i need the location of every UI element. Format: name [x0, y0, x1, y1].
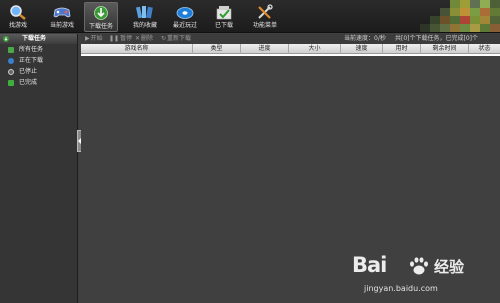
- toolbar-downloaded-button[interactable]: 已下载: [207, 2, 241, 32]
- column-header-elapsed[interactable]: 用时: [383, 44, 421, 54]
- action-bar: ▶开始 ❚❚暂停 ✕删除 ↻重新下载 当前速度：0/秒 共[0]个下载任务，已完…: [81, 34, 500, 44]
- current-speed: 当前速度：0/秒: [344, 35, 386, 42]
- toolbar-find-game-label: 找游戏: [8, 22, 27, 29]
- watermark-logo-text: Bai: [352, 253, 387, 277]
- watermark-url: jingyan.baidu.com: [364, 284, 438, 293]
- completed-icon: [8, 80, 14, 86]
- folder-check-icon: [216, 6, 232, 20]
- top-toolbar: 找游戏 当前游戏 下载任务 我的收藏 最近玩过 已下载 功能菜单: [0, 0, 500, 33]
- toolbar-current-game-button[interactable]: 当前游戏: [45, 2, 79, 32]
- start-button[interactable]: ▶开始: [85, 34, 103, 44]
- sidebar-item-label: 已完成: [19, 79, 38, 86]
- gamepad-icon: [53, 7, 71, 18]
- column-header-progress[interactable]: 进度: [241, 44, 289, 54]
- download-arrow-icon: [3, 36, 9, 42]
- baidu-jingyan-watermark: Bai 经验 jingyan.baidu.com: [352, 253, 497, 301]
- sidebar-item-label: 所有任务: [19, 46, 44, 53]
- sidebar-item-label: 正在下载: [19, 57, 44, 64]
- toolbar-function-menu-button[interactable]: 功能菜单: [248, 2, 282, 32]
- recent-disc-icon: [176, 7, 194, 19]
- tools-icon: [258, 4, 273, 19]
- download-globe-icon: [94, 6, 108, 20]
- sidebar-item-downloading[interactable]: 正在下载: [0, 55, 77, 66]
- sidebar-item-label: 已停止: [19, 68, 38, 75]
- redownload-label: 重新下载: [167, 35, 192, 42]
- table-header: 游戏名称 类型 进度 大小 速度 用时 剩余时间 状态: [81, 44, 500, 54]
- toolbar-recent-button[interactable]: 最近玩过: [168, 2, 202, 32]
- delete-label: 删除: [141, 35, 154, 42]
- redownload-button[interactable]: ↻重新下载: [161, 34, 191, 44]
- toolbar-current-game-label: 当前游戏: [49, 22, 74, 29]
- column-header-size[interactable]: 大小: [289, 44, 341, 54]
- delete-button[interactable]: ✕删除: [135, 34, 153, 44]
- toolbar-favorites-button[interactable]: 我的收藏: [128, 2, 162, 32]
- watermark-jingyan-text: 经验: [434, 258, 465, 276]
- sidebar: 下载任务 所有任务 正在下载 已停止 已完成: [0, 34, 78, 303]
- downloading-icon: [8, 58, 14, 64]
- refresh-icon: ↻: [161, 35, 167, 42]
- pause-icon: ❚❚: [109, 35, 120, 42]
- paw-icon: [410, 257, 428, 275]
- all-tasks-icon: [8, 47, 14, 53]
- toolbar-find-game-button[interactable]: 找游戏: [1, 2, 35, 32]
- toolbar-download-tasks-label: 下载任务: [88, 23, 113, 30]
- sidebar-item-stopped[interactable]: 已停止: [0, 66, 77, 77]
- sidebar-header: 下载任务: [0, 34, 77, 44]
- toolbar-recent-label: 最近玩过: [172, 22, 197, 29]
- toolbar-downloaded-label: 已下载: [214, 22, 233, 29]
- bookshelf-icon: [136, 6, 153, 19]
- start-label: 开始: [90, 35, 103, 42]
- column-header-remaining[interactable]: 剩余时间: [421, 44, 469, 54]
- stopped-icon: [8, 69, 14, 75]
- toolbar-download-tasks-button[interactable]: 下载任务: [84, 2, 118, 32]
- toolbar-function-menu-label: 功能菜单: [252, 22, 277, 29]
- column-header-speed[interactable]: 速度: [341, 44, 383, 54]
- column-header-status[interactable]: 状态: [469, 44, 500, 54]
- column-header-game-name[interactable]: 游戏名称: [81, 44, 193, 54]
- toolbar-favorites-label: 我的收藏: [132, 22, 157, 29]
- sidebar-item-completed[interactable]: 已完成: [0, 77, 77, 88]
- task-summary: 共[0]个下载任务，已完成[0]个: [395, 35, 478, 42]
- magnifier-icon: [10, 5, 26, 20]
- decorative-mosaic: [355, 0, 500, 33]
- pause-button[interactable]: ❚❚暂停: [109, 34, 132, 44]
- sidebar-item-all-tasks[interactable]: 所有任务: [0, 44, 77, 55]
- pause-label: 暂停: [120, 35, 133, 42]
- delete-icon: ✕: [135, 35, 141, 42]
- column-header-type[interactable]: 类型: [193, 44, 241, 54]
- play-icon: ▶: [85, 35, 90, 42]
- sidebar-header-label: 下载任务: [22, 35, 47, 42]
